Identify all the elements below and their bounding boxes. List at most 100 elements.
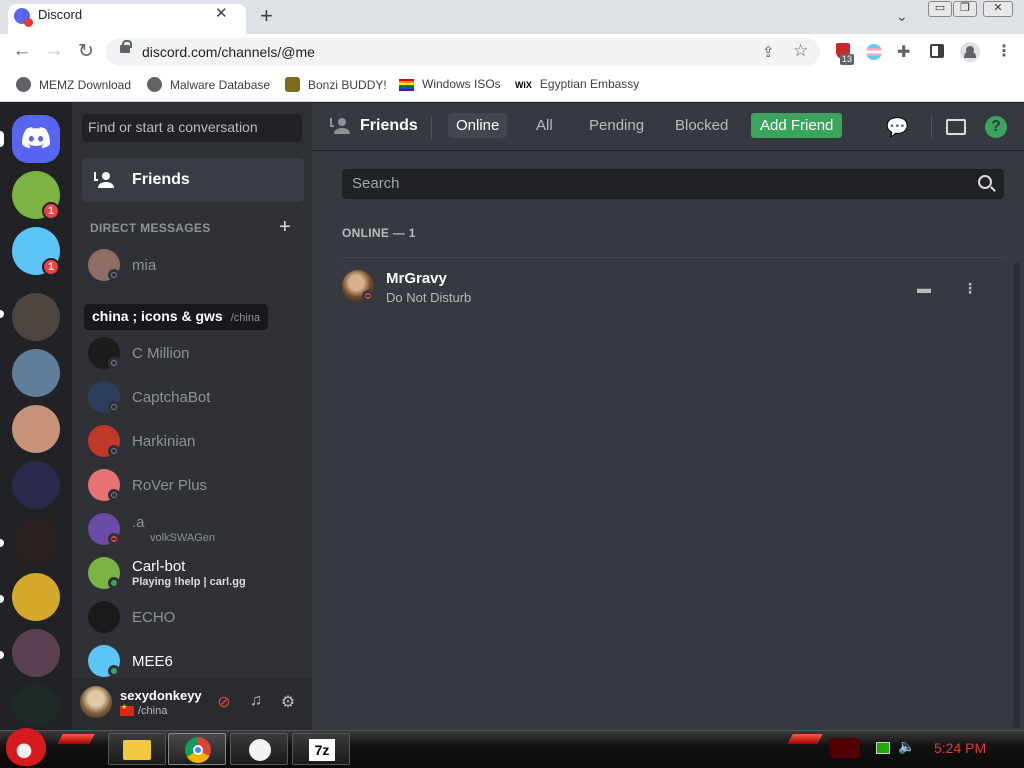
dm-item-name[interactable]: RoVer Plus: [132, 477, 207, 494]
bookmark-label: Malware Database: [170, 78, 271, 92]
extensions-puzzle-icon[interactable]: ✚: [897, 42, 910, 62]
message-icon[interactable]: ▬: [914, 280, 934, 300]
flag-extension-icon[interactable]: [866, 44, 882, 60]
friends-label: Friends: [132, 171, 190, 188]
friend-name[interactable]: MrGravy: [386, 270, 447, 287]
reload-icon[interactable]: ↻: [74, 40, 98, 63]
guild-doge[interactable]: [12, 573, 60, 621]
dm-item-name[interactable]: ECHO: [132, 609, 175, 626]
status-offline: [108, 269, 120, 281]
profile-icon[interactable]: [960, 42, 980, 62]
taskbar-decor: [787, 734, 823, 744]
bookmark-label: Windows ISOs: [422, 77, 501, 91]
minimize-button[interactable]: ▭: [928, 1, 952, 17]
help-icon[interactable]: ?: [985, 116, 1007, 138]
settings-gear-icon[interactable]: ⚙: [278, 692, 298, 712]
bookmark-bonzi[interactable]: Bonzi BUDDY!: [285, 77, 387, 92]
maximize-button[interactable]: ❐: [953, 1, 977, 17]
friends-icon: [330, 118, 350, 134]
close-window-button[interactable]: ✕: [983, 1, 1013, 17]
guild-megamind[interactable]: [12, 349, 60, 397]
find-conversation-input[interactable]: Find or start a conversation: [82, 114, 302, 142]
tab-pending[interactable]: Pending: [581, 113, 652, 138]
more-options-icon[interactable]: ⋮: [960, 280, 980, 300]
header-divider: [931, 115, 932, 139]
discord-logo-icon: [22, 127, 50, 149]
create-dm-button[interactable]: +: [279, 216, 291, 239]
avatar[interactable]: [88, 601, 120, 633]
status-offline: [108, 401, 120, 413]
mute-microphone-icon[interactable]: ⊘: [214, 692, 234, 712]
share-icon[interactable]: ⇪: [762, 43, 775, 61]
forward-arrow-icon[interactable]: →: [42, 40, 66, 62]
chrome-taskbar-icon[interactable]: [168, 733, 226, 765]
search-icon: [978, 175, 992, 189]
tooltip-title: china ; icons & gws: [92, 308, 223, 324]
discord-favicon-icon: [14, 8, 33, 27]
explorer-taskbar-icon[interactable]: [108, 733, 166, 765]
taskbar-clock[interactable]: 5:24 PM: [934, 740, 986, 756]
discord-home-button[interactable]: [12, 115, 60, 163]
taskbar-decor: [57, 734, 95, 744]
bookmark-memz[interactable]: MEMZ Download: [16, 77, 131, 92]
back-arrow-icon[interactable]: ←: [10, 40, 34, 62]
url-text[interactable]: discord.com/channels/@me: [142, 44, 315, 60]
friend-status: Do Not Disturb: [386, 290, 472, 305]
headphones-icon[interactable]: ♫: [246, 692, 266, 710]
paint-taskbar-icon[interactable]: [230, 733, 288, 765]
friends-icon: [94, 172, 114, 188]
rainbow-flag-icon: [399, 79, 414, 91]
guild-face[interactable]: [12, 405, 60, 453]
dm-item-name[interactable]: Harkinian: [132, 433, 195, 450]
dm-item-name[interactable]: Carl-bot: [132, 558, 185, 575]
new-tab-button[interactable]: +: [260, 4, 273, 28]
scrollbar[interactable]: [1014, 262, 1020, 728]
7zip-taskbar-icon[interactable]: 7z: [292, 733, 350, 765]
guild-dark[interactable]: [12, 293, 60, 341]
bookmark-malware-db[interactable]: Malware Database: [147, 77, 270, 92]
bookmark-egyptian-embassy[interactable]: WiX Egyptian Embassy: [515, 77, 639, 91]
bookmark-label: Egyptian Embassy: [539, 77, 640, 91]
bonzi-icon: [285, 77, 300, 92]
tray-volume-icon[interactable]: 🔈: [898, 738, 915, 755]
status-online: [108, 577, 120, 589]
guild-c[interactable]: [12, 685, 60, 725]
inbox-icon[interactable]: [946, 119, 966, 135]
bookmark-windows-isos[interactable]: Windows ISOs: [399, 77, 501, 91]
user-avatar[interactable]: [80, 686, 112, 718]
side-panel-icon[interactable]: [930, 44, 944, 58]
friend-search-input[interactable]: [342, 169, 1004, 199]
dm-item-name[interactable]: CaptchaBot: [132, 389, 210, 406]
wix-icon: WiX: [515, 80, 532, 90]
home-pill: [0, 131, 4, 147]
7zip-icon: 7z: [309, 739, 335, 761]
status-offline: [108, 489, 120, 501]
tab-all[interactable]: All: [528, 113, 561, 138]
lock-icon[interactable]: [120, 40, 132, 54]
bookmark-label: MEMZ Download: [39, 78, 132, 92]
dm-item-name[interactable]: .a: [132, 514, 145, 531]
new-group-dm-icon[interactable]: 💬: [886, 117, 908, 138]
bookmark-star-icon[interactable]: ☆: [793, 41, 808, 61]
tab-online[interactable]: Online: [448, 113, 508, 138]
globe-icon: [147, 77, 162, 92]
tab-title: Discord: [38, 7, 83, 22]
dm-item-name[interactable]: MEE6: [132, 653, 173, 670]
dm-item-name[interactable]: mia: [132, 257, 171, 274]
page-title: Friends: [360, 117, 418, 134]
server-tooltip: china ; icons & gws/china: [84, 304, 269, 330]
tray-network-icon[interactable]: [876, 742, 890, 754]
guild-anime[interactable]: [12, 629, 60, 677]
tray-app-icon[interactable]: [830, 738, 860, 758]
direct-messages-header: DIRECT MESSAGES: [90, 221, 211, 235]
dm-item-name[interactable]: C Million: [132, 345, 190, 362]
divider: [342, 257, 1004, 258]
guild-valorant[interactable]: [12, 517, 60, 565]
add-friend-button[interactable]: Add Friend: [751, 113, 843, 138]
guild-monopoly[interactable]: [12, 461, 60, 509]
tab-blocked[interactable]: Blocked: [667, 113, 736, 138]
start-button-angry-bird-icon[interactable]: [6, 728, 46, 766]
kebab-menu-icon[interactable]: ⋮: [996, 41, 1012, 61]
tab-close-icon[interactable]: ✕: [215, 4, 228, 22]
tab-search-icon[interactable]: ⌄: [896, 8, 908, 25]
